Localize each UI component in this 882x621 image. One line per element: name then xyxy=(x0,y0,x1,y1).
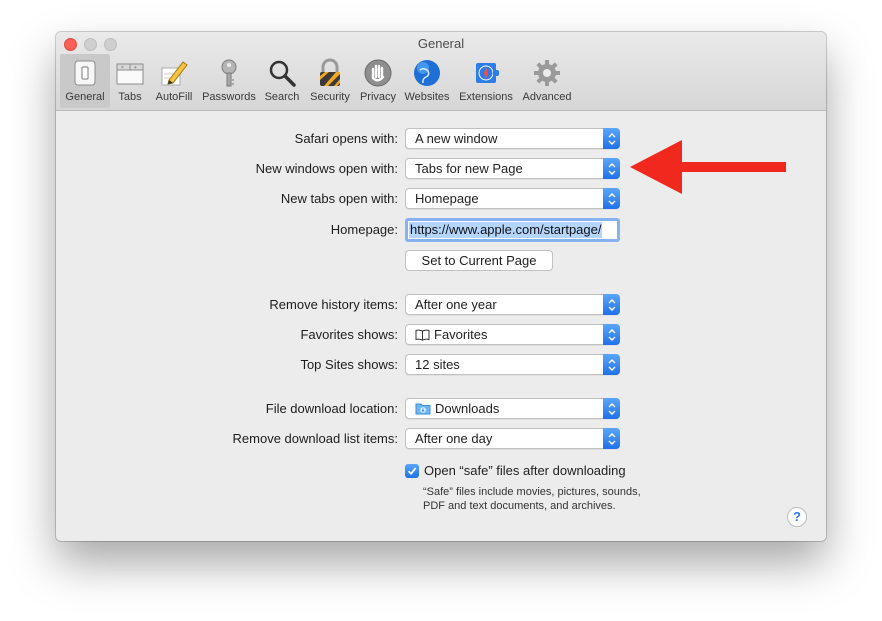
tab-label: AutoFill xyxy=(155,91,193,103)
book-icon xyxy=(415,329,430,341)
open-safe-files-checkbox[interactable] xyxy=(405,463,419,478)
globe-icon xyxy=(410,56,444,90)
chevron-updown-icon xyxy=(603,354,620,375)
preferences-window: General General × + Tabs AutoFill Passwo… xyxy=(56,32,826,541)
chevron-updown-icon xyxy=(603,158,620,179)
favorites-label: Favorites shows: xyxy=(300,327,398,342)
checkmark-icon xyxy=(407,466,417,475)
homepage-label: Homepage: xyxy=(330,222,398,237)
tab-privacy[interactable]: Privacy xyxy=(356,54,400,108)
remove-download-label: Remove download list items: xyxy=(232,431,398,446)
tabs-icon: × + xyxy=(113,56,147,90)
popup-value: Tabs for new Page xyxy=(415,161,523,176)
tab-search[interactable]: Search xyxy=(260,54,304,108)
favorites-value: Favorites xyxy=(434,327,488,342)
safe-files-hint: “Safe” files include movies, pictures, s… xyxy=(423,486,641,512)
chevron-updown-icon xyxy=(603,294,620,315)
new-tabs-popup[interactable]: Homepage xyxy=(405,188,620,209)
popup-value: 12 sites xyxy=(415,357,460,372)
tab-label: Advanced xyxy=(522,91,572,103)
tab-label: Privacy xyxy=(359,91,397,103)
switch-icon xyxy=(68,56,102,90)
remove-history-label: Remove history items: xyxy=(269,297,398,312)
download-location-value: Downloads xyxy=(435,401,500,416)
tab-label: Extensions xyxy=(459,91,513,103)
svg-text:+: + xyxy=(134,65,137,71)
chevron-updown-icon xyxy=(603,324,620,345)
download-location-popup[interactable]: Downloads xyxy=(405,398,620,419)
popup-value: Downloads xyxy=(415,401,499,416)
popup-value: A new window xyxy=(415,131,498,146)
tab-label: Search xyxy=(264,91,300,103)
remove-download-row: Remove download list items: After one da… xyxy=(56,428,826,450)
set-current-row: Set to Current Page xyxy=(56,250,826,272)
popup-value: Homepage xyxy=(415,191,479,206)
homepage-field[interactable]: https://www.apple.com/startpage/ xyxy=(405,218,620,242)
top-sites-label: Top Sites shows: xyxy=(300,357,398,372)
preferences-toolbar: General × + Tabs AutoFill Passwords Sear… xyxy=(60,54,576,110)
set-to-current-page-button[interactable]: Set to Current Page xyxy=(405,250,553,271)
tab-label: Security xyxy=(310,91,350,103)
padlock-icon xyxy=(313,56,347,90)
tab-general[interactable]: General xyxy=(60,54,110,108)
new-windows-label: New windows open with: xyxy=(255,161,398,176)
remove-history-popup[interactable]: After one year xyxy=(405,294,620,315)
chevron-updown-icon xyxy=(603,428,620,449)
new-windows-popup[interactable]: Tabs for new Page xyxy=(405,158,620,179)
top-sites-popup[interactable]: 12 sites xyxy=(405,354,620,375)
open-safe-files-option[interactable]: Open “safe” files after downloading xyxy=(405,463,626,478)
tab-extensions[interactable]: Extensions xyxy=(454,54,518,108)
homepage-value: https://www.apple.com/startpage/ xyxy=(409,222,603,238)
top-sites-row: Top Sites shows: 12 sites xyxy=(56,354,826,376)
tab-label: Passwords xyxy=(202,91,256,103)
tab-security[interactable]: Security xyxy=(304,54,356,108)
tab-passwords[interactable]: Passwords xyxy=(198,54,260,108)
favorites-popup[interactable]: Favorites xyxy=(405,324,620,345)
safari-opens-popup[interactable]: A new window xyxy=(405,128,620,149)
download-location-row: File download location: Downloads xyxy=(56,398,826,420)
tab-label: Tabs xyxy=(118,91,142,103)
title-bar: General General × + Tabs AutoFill Passwo… xyxy=(56,32,826,111)
popup-value: After one year xyxy=(415,297,497,312)
gear-icon xyxy=(530,56,564,90)
download-location-label: File download location: xyxy=(265,401,398,416)
tab-tabs[interactable]: × + Tabs xyxy=(110,54,150,108)
magnifier-icon xyxy=(265,56,299,90)
puzzle-icon xyxy=(469,56,503,90)
red-arrow-annotation xyxy=(630,140,786,194)
tab-websites[interactable]: Websites xyxy=(400,54,454,108)
pencil-icon xyxy=(157,56,191,90)
key-icon xyxy=(212,56,246,90)
remove-download-popup[interactable]: After one day xyxy=(405,428,620,449)
window-title: General xyxy=(417,36,465,51)
open-safe-files-label: Open “safe” files after downloading xyxy=(424,463,626,478)
homepage-row: Homepage: https://www.apple.com/startpag… xyxy=(56,218,826,242)
chevron-updown-icon xyxy=(603,188,620,209)
tab-label: General xyxy=(65,91,105,103)
safari-opens-label: Safari opens with: xyxy=(294,131,398,146)
tab-label: Websites xyxy=(404,91,450,103)
popup-value: Favorites xyxy=(415,327,487,342)
help-button[interactable]: ? xyxy=(787,507,807,527)
remove-history-row: Remove history items: After one year xyxy=(56,294,826,316)
chevron-updown-icon xyxy=(603,398,620,419)
new-tabs-label: New tabs open with: xyxy=(280,191,398,206)
hand-icon xyxy=(361,56,395,90)
downloads-folder-icon xyxy=(415,403,431,415)
tab-advanced[interactable]: Advanced xyxy=(518,54,576,108)
favorites-row: Favorites shows: Favorites xyxy=(56,324,826,346)
svg-text:×: × xyxy=(121,65,124,71)
tab-autofill[interactable]: AutoFill xyxy=(150,54,198,108)
popup-value: After one day xyxy=(415,431,493,446)
chevron-updown-icon xyxy=(603,128,620,149)
